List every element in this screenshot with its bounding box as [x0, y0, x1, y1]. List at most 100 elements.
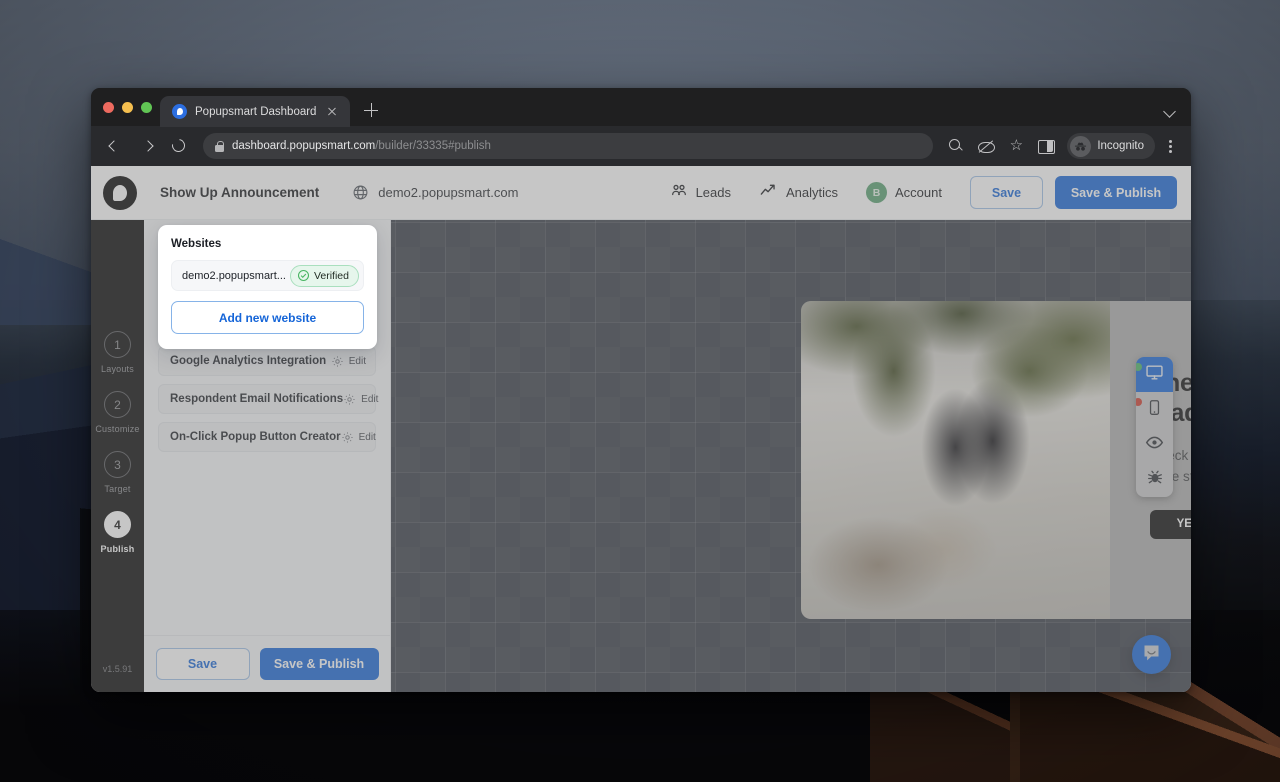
edit-label[interactable]: Edit — [359, 432, 376, 443]
address-bar[interactable]: dashboard.popupsmart.com/builder/33335#p… — [203, 133, 934, 159]
chat-launcher-button[interactable] — [1132, 635, 1171, 674]
websites-popover: Websites demo2.popupsmart... Verified Ad… — [158, 225, 377, 349]
step-number: 4 — [104, 511, 131, 538]
kebab-menu-icon[interactable] — [1159, 133, 1181, 159]
step-layouts[interactable]: 1 Layouts — [101, 331, 134, 374]
edit-label[interactable]: Edit — [349, 356, 366, 367]
nav-analytics-label: Analytics — [785, 185, 839, 200]
website-name: demo2.popupsmart... — [182, 269, 286, 282]
browser-toolbar: dashboard.popupsmart.com/builder/33335#p… — [91, 126, 1191, 166]
star-icon[interactable]: ☆ — [1003, 133, 1029, 159]
app-header: Show Up Announcement demo2.popupsmart.co… — [91, 166, 1191, 220]
device-toolbar — [1136, 357, 1173, 497]
close-icon[interactable] — [324, 104, 340, 120]
step-label: Target — [104, 484, 131, 494]
gear-icon — [343, 393, 356, 406]
lock-icon — [215, 140, 224, 152]
avatar: B — [866, 182, 888, 203]
new-tab-button[interactable] — [358, 97, 384, 123]
chat-bubble-icon — [1141, 642, 1162, 668]
window-controls[interactable] — [101, 88, 160, 126]
preview-canvas: These Boots Are Made for Walkin' Check o… — [391, 220, 1191, 692]
maximize-window-button[interactable] — [141, 101, 152, 113]
nav-analytics[interactable]: Analytics — [759, 181, 838, 205]
preview-button[interactable] — [1136, 427, 1173, 462]
step-label: Customize — [95, 424, 140, 434]
save-button[interactable]: Save — [970, 176, 1043, 209]
setting-row-email-notifications[interactable]: Respondent Email Notifications Edit — [158, 384, 378, 414]
website-item[interactable]: demo2.popupsmart... Verified — [171, 260, 364, 291]
nav-account-label: Account — [895, 185, 942, 200]
device-desktop-button[interactable] — [1136, 357, 1173, 392]
leads-icon — [670, 181, 688, 204]
nav-leads-label: Leads — [695, 185, 731, 200]
browser-tab[interactable]: Popupsmart Dashboard — [160, 96, 351, 127]
step-number: 3 — [104, 451, 131, 478]
app-body: 1 Layouts 2 Customize 3 Target 4 Publish… — [91, 220, 1191, 692]
websites-popover-title: Websites — [171, 238, 222, 250]
gear-icon — [341, 431, 354, 444]
browser-window: Popupsmart Dashboard dashboard.popupsmar… — [91, 88, 1191, 692]
panel-footer: Save Save & Publish — [144, 635, 390, 692]
minimize-window-button[interactable] — [122, 101, 133, 113]
popupsmart-favicon-icon — [172, 104, 187, 119]
publish-settings-panel: Google Analytics Integration Edit Respon… — [144, 220, 391, 692]
address-path: /builder/33335#publish — [375, 140, 491, 152]
globe-icon — [352, 184, 369, 201]
mobile-icon — [1146, 399, 1163, 421]
popupsmart-logo-icon[interactable] — [103, 175, 137, 210]
page-title: Show Up Announcement — [160, 185, 320, 200]
step-customize[interactable]: 2 Customize — [95, 391, 139, 434]
panel-save-button[interactable]: Save — [155, 648, 250, 680]
panel-save-publish-button[interactable]: Save & Publish — [259, 648, 379, 680]
popup-card: These Boots Are Made for Walkin' Check o… — [801, 301, 1191, 619]
close-window-button[interactable] — [103, 101, 114, 113]
step-target[interactable]: 3 Target — [104, 451, 131, 494]
setting-row-google-analytics[interactable]: Google Analytics Integration Edit — [158, 346, 376, 376]
active-site[interactable]: demo2.popupsmart.com — [352, 184, 518, 201]
popup-image-shade — [801, 301, 1110, 619]
save-publish-button[interactable]: Save & Publish — [1055, 176, 1177, 209]
side-panel-icon[interactable] — [1033, 133, 1059, 159]
step-publish[interactable]: 4 Publish — [101, 511, 135, 554]
forward-arrow-icon[interactable] — [133, 132, 161, 160]
gear-icon — [331, 355, 344, 368]
popup-image — [801, 301, 1110, 619]
debug-button[interactable] — [1136, 462, 1173, 497]
status-badge: Verified — [289, 264, 359, 287]
edit-label[interactable]: Edit — [361, 394, 378, 405]
chevron-down-icon[interactable] — [1163, 104, 1177, 118]
search-icon[interactable] — [943, 133, 969, 159]
setting-label: Respondent Email Notifications — [170, 393, 344, 405]
incognito-profile-button[interactable]: Incognito — [1067, 133, 1155, 159]
address-bar-text: dashboard.popupsmart.com/builder/33335#p… — [232, 140, 491, 152]
version-label: v1.5.91 — [102, 664, 133, 674]
back-arrow-icon[interactable] — [101, 132, 129, 160]
nav-account[interactable]: B Account — [866, 182, 942, 203]
bug-icon — [1146, 468, 1164, 491]
address-domain: dashboard.popupsmart.com — [232, 140, 376, 152]
active-site-url: demo2.popupsmart.com — [378, 185, 519, 200]
add-new-website-button[interactable]: Add new website — [171, 301, 364, 334]
eye-icon — [1145, 433, 1164, 457]
app-viewport: Show Up Announcement demo2.popupsmart.co… — [91, 166, 1191, 692]
setting-label: Google Analytics Integration — [170, 355, 327, 367]
step-label: Publish — [100, 544, 135, 554]
browser-tab-title: Popupsmart Dashboard — [195, 105, 317, 118]
incognito-label: Incognito — [1097, 140, 1144, 152]
status-dot-error — [1136, 398, 1142, 406]
step-label: Layouts — [101, 364, 134, 374]
setting-row-onclick-popup-button[interactable]: On-Click Popup Button Creator Edit — [158, 422, 376, 452]
device-mobile-button[interactable] — [1136, 392, 1173, 427]
check-circle-icon — [297, 269, 310, 282]
settings-list: Google Analytics Integration Edit Respon… — [144, 220, 390, 635]
incognito-icon — [1070, 135, 1092, 157]
popup-cta-button[interactable]: YES! — [1150, 509, 1191, 539]
nav-leads[interactable]: Leads — [670, 181, 731, 204]
reload-icon[interactable] — [165, 132, 193, 160]
eye-off-icon[interactable] — [973, 133, 999, 159]
status-dot-ok — [1136, 363, 1142, 371]
step-number: 1 — [104, 331, 131, 358]
browser-tab-strip: Popupsmart Dashboard — [91, 88, 1191, 127]
desktop-icon — [1145, 363, 1164, 387]
